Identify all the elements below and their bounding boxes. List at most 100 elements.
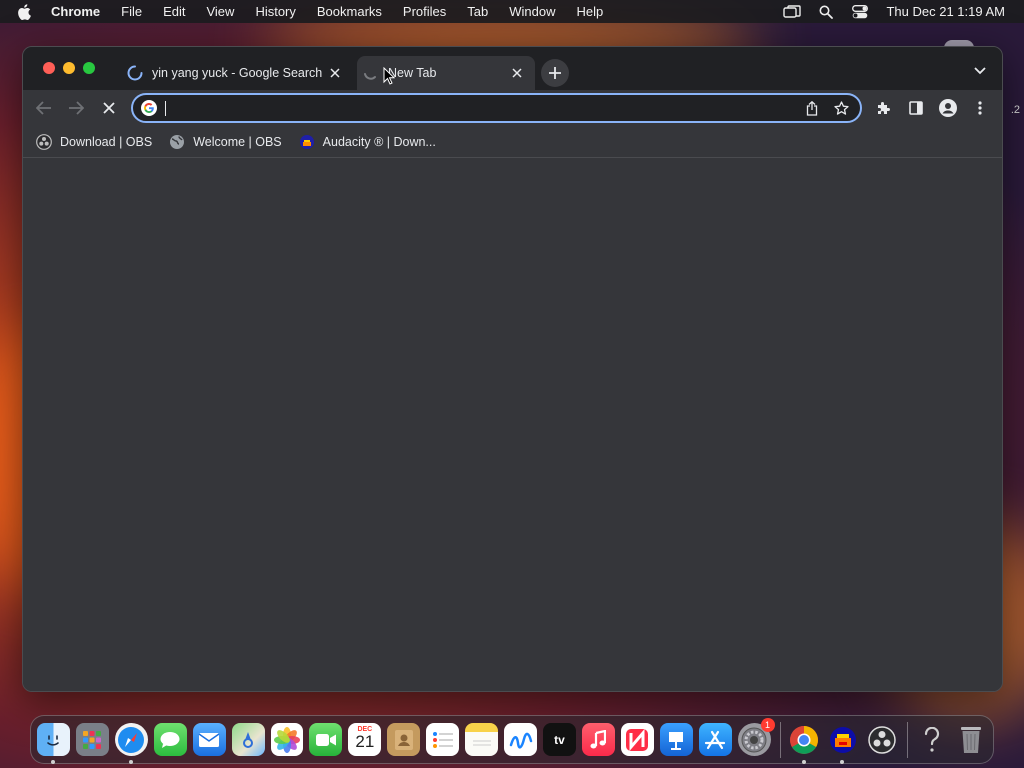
maps-icon[interactable] — [231, 723, 265, 756]
apple-icon[interactable] — [17, 3, 37, 20]
dock-separator — [907, 721, 909, 758]
audacity-icon[interactable] — [826, 723, 859, 764]
menu-bookmarks[interactable]: Bookmarks — [317, 4, 382, 19]
bookmark-welcome-obs[interactable]: Welcome | OBS — [169, 134, 282, 150]
globe-icon — [169, 134, 185, 150]
stop-loading-button[interactable] — [99, 98, 119, 118]
running-indicator — [801, 760, 806, 764]
tv-icon[interactable]: tv — [542, 723, 576, 756]
help-icon[interactable] — [915, 723, 948, 756]
close-tab-icon[interactable] — [327, 65, 343, 81]
zoom-window-button[interactable] — [83, 62, 95, 74]
menu-file[interactable]: File — [121, 4, 142, 19]
trash-icon[interactable] — [954, 723, 987, 756]
facetime-icon[interactable] — [309, 723, 343, 756]
bookmark-label: Welcome | OBS — [193, 134, 282, 149]
address-bar[interactable] — [131, 93, 862, 123]
side-panel-icon — [909, 101, 923, 115]
notification-badge: 1 — [760, 718, 775, 732]
tab-title: yin yang yuck - Google Search — [152, 66, 323, 80]
chrome-menu-button[interactable] — [970, 98, 990, 118]
screen-mirroring-icon[interactable] — [782, 4, 802, 20]
close-icon — [103, 102, 115, 114]
audacity-icon — [299, 134, 315, 150]
menu-tab[interactable]: Tab — [467, 4, 488, 19]
avatar-icon — [939, 99, 957, 117]
menu-app-name[interactable]: Chrome — [51, 4, 100, 19]
reminders-icon[interactable] — [426, 723, 460, 756]
share-button[interactable] — [802, 98, 822, 118]
chevron-down-icon — [974, 67, 986, 75]
puzzle-icon — [878, 102, 890, 114]
share-icon — [806, 100, 818, 116]
side-panel-button[interactable] — [906, 98, 926, 118]
kebab-menu-icon — [978, 101, 982, 115]
loading-spinner-icon — [363, 65, 379, 81]
bookmark-download-obs[interactable]: Download | OBS — [36, 133, 153, 150]
tv-label: tv — [554, 732, 565, 747]
bookmark-audacity[interactable]: Audacity ® | Down... — [299, 134, 436, 150]
back-button[interactable] — [34, 98, 54, 118]
bookmarks-bar: Download | OBS Welcome | OBS Audacity ® … — [23, 126, 1002, 158]
menu-clock[interactable]: Thu Dec 21 1:19 AM — [886, 4, 1005, 19]
settings-icon[interactable]: 1 — [737, 718, 775, 756]
plus-icon — [549, 67, 561, 79]
finder-icon[interactable] — [37, 723, 70, 764]
text-caret — [165, 101, 166, 116]
spotlight-search-icon[interactable] — [816, 4, 836, 20]
calendar-icon[interactable]: DEC 21 — [348, 723, 382, 756]
chrome-window: yin yang yuck - Google Search New Tab Do… — [22, 46, 1003, 692]
safari-icon[interactable] — [114, 723, 148, 764]
calendar-day: 21 — [355, 732, 375, 751]
menu-history[interactable]: History — [255, 4, 295, 19]
menu-view[interactable]: View — [206, 4, 234, 19]
arrow-right-icon — [69, 101, 84, 115]
forward-button[interactable] — [66, 98, 86, 118]
omnibox-input[interactable] — [166, 96, 802, 120]
music-icon[interactable] — [581, 723, 615, 756]
contacts-icon[interactable] — [387, 723, 421, 756]
dock: DEC 21 tv 1 — [30, 715, 994, 764]
menu-help[interactable]: Help — [577, 4, 604, 19]
close-window-button[interactable] — [43, 62, 55, 74]
news-icon[interactable] — [620, 723, 654, 756]
photos-icon[interactable] — [270, 723, 304, 756]
menu-window[interactable]: Window — [509, 4, 555, 19]
control-center-icon[interactable] — [850, 4, 870, 20]
new-tab-button[interactable] — [541, 59, 569, 87]
menu-edit[interactable]: Edit — [163, 4, 185, 19]
running-indicator — [51, 760, 55, 764]
tab-google-search[interactable]: yin yang yuck - Google Search — [121, 56, 353, 90]
appstore-icon[interactable] — [698, 723, 732, 756]
loading-spinner-icon — [127, 65, 143, 81]
mail-icon[interactable] — [192, 723, 226, 756]
toolbar — [23, 90, 1002, 126]
background-window-text: .2 — [1010, 104, 1020, 116]
running-indicator — [128, 760, 133, 764]
dock-separator — [779, 721, 781, 758]
chrome-icon[interactable] — [788, 723, 821, 764]
tab-search-button[interactable] — [972, 64, 988, 78]
close-tab-icon[interactable] — [509, 65, 525, 81]
window-controls — [43, 62, 95, 74]
obs-icon[interactable] — [865, 723, 898, 756]
menu-bar: Chrome File Edit View History Bookmarks … — [0, 0, 1024, 23]
profile-button[interactable] — [938, 98, 958, 118]
minimize-window-button[interactable] — [63, 62, 75, 74]
notes-icon[interactable] — [465, 723, 499, 756]
extensions-button[interactable] — [874, 98, 894, 118]
bookmark-star-button[interactable] — [831, 98, 851, 118]
menu-profiles[interactable]: Profiles — [403, 4, 446, 19]
launchpad-icon[interactable] — [75, 723, 109, 756]
arrow-left-icon — [36, 101, 51, 115]
mouse-cursor-icon — [383, 67, 395, 85]
page-content[interactable] — [23, 159, 1002, 691]
bookmark-label: Download | OBS — [60, 134, 153, 149]
running-indicator — [840, 760, 845, 764]
obs-icon — [36, 133, 52, 150]
star-icon — [833, 100, 849, 115]
keynote-icon[interactable] — [659, 723, 693, 756]
tab-title: New Tab — [388, 66, 437, 80]
freeform-icon[interactable] — [504, 723, 537, 756]
messages-icon[interactable] — [153, 723, 187, 756]
